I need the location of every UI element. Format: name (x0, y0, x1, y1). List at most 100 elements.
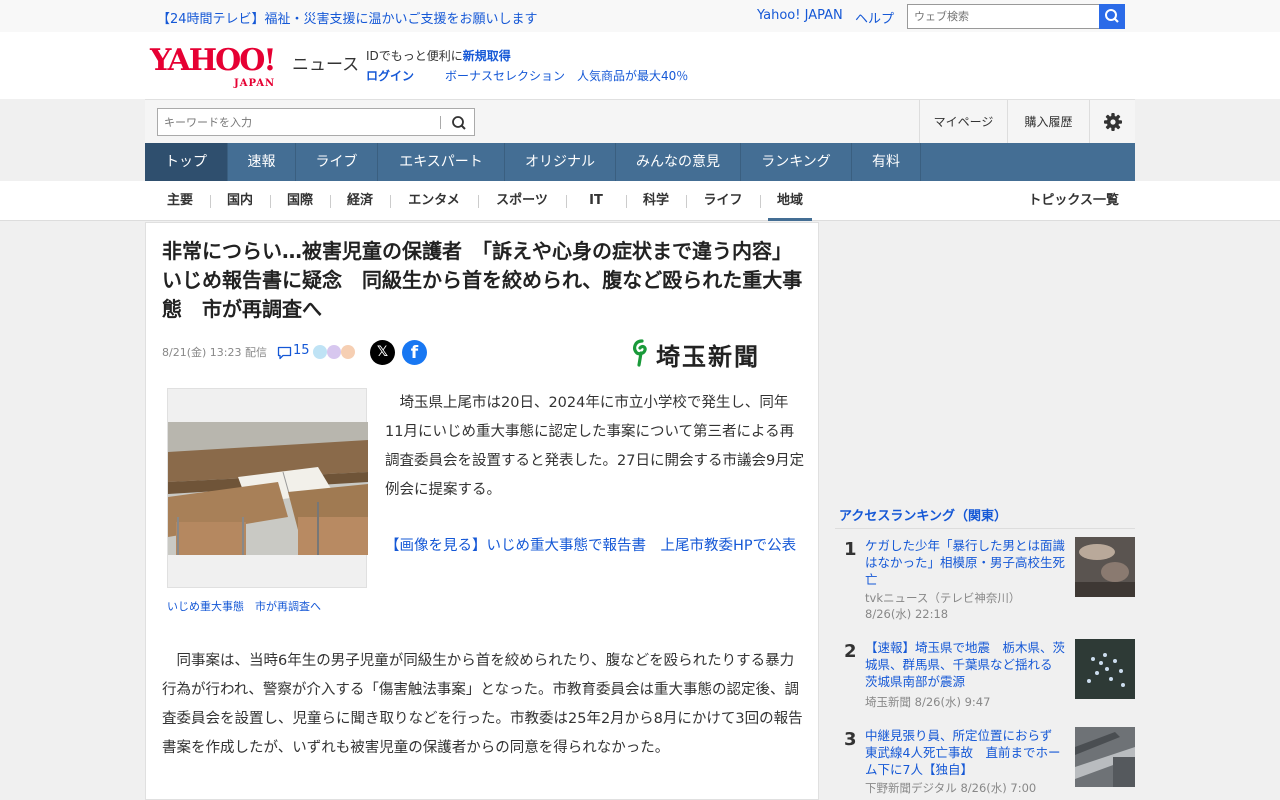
nav-tab-live[interactable]: ライブ (296, 143, 378, 181)
article-lead: 埼玉県上尾市は20日、2024年に市立小学校で発生し、同年11月にいじめ重大事態… (385, 395, 805, 498)
article-date: 8/21(金) 13:23 (162, 346, 242, 359)
category-it[interactable]: IT (578, 181, 614, 221)
nav-tab-breaking[interactable]: 速報 (228, 143, 296, 181)
x-share-icon[interactable]: 𝕏 (370, 340, 395, 365)
nav-tab-paid[interactable]: 有料 (852, 143, 921, 181)
category-sports[interactable]: スポーツ (490, 181, 554, 221)
ranking-number: 1 (844, 539, 857, 560)
ranking-number: 3 (844, 729, 857, 750)
web-search-button[interactable] (1099, 4, 1125, 29)
ranking-source: 下野新聞デジタル 8/26(水) 7:00 (865, 780, 1036, 796)
ranking-thumbnail[interactable] (1075, 727, 1135, 787)
main-nav: トップ 速報 ライブ エキスパート オリジナル みんなの意見 ランキング 有料 (145, 143, 1135, 181)
category-divider (330, 195, 331, 208)
nav-tab-expert[interactable]: エキスパート (378, 143, 505, 181)
article-card: 非常につらい…被害児童の保護者 「訴えや心身の症状まで違う内容」 いじめ報告書に… (145, 222, 819, 800)
ranking-headline[interactable]: ケガした少年「暴行した男とは面識はなかった」相模原・男子高校生死亡 (865, 537, 1065, 588)
search-divider (440, 116, 441, 129)
ranking-source-name: 下野新聞デジタル (865, 781, 957, 795)
ranking-item[interactable]: 2 【速報】埼玉県で地震 栃木県、茨城県、群馬県、千葉県など揺れる 茨城県南部が… (835, 639, 1135, 727)
reaction-icons (313, 345, 355, 359)
ranking-date: 8/26(水) 9:47 (914, 695, 991, 709)
category-life[interactable]: ライフ (698, 181, 748, 221)
id-promo: IDでもっと便利に新規取得 (366, 47, 511, 64)
category-local[interactable]: 地域 (768, 181, 812, 221)
publisher-logo[interactable]: 埼玉新聞 (632, 337, 804, 371)
ranking-headline[interactable]: 【速報】埼玉県で地震 栃木県、茨城県、群馬県、千葉県など揺れる 茨城県南部が震源 (865, 639, 1065, 690)
category-nav: 主要 国内 国際 経済 エンタメ スポーツ IT 科学 ライフ 地域 トピックス… (0, 181, 1280, 221)
category-domestic[interactable]: 国内 (222, 181, 258, 221)
nav-tab-opinions[interactable]: みんなの意見 (616, 143, 741, 181)
search-icon (452, 116, 466, 130)
site-header: YAHOO! JAPAN ニュース IDでもっと便利に新規取得 ログイン ボーナ… (0, 32, 1280, 99)
keyword-search-input[interactable] (158, 109, 438, 135)
top-bar: 【24時間テレビ】福祉・災害支援に温かいご支援をお願いします Yahoo! JA… (0, 0, 1280, 32)
settings-button[interactable] (1089, 100, 1135, 144)
category-divider (478, 195, 479, 208)
article-date-suffix: 配信 (244, 346, 267, 359)
logo-japan-text: JAPAN (234, 78, 276, 89)
web-search-input[interactable] (908, 5, 1099, 28)
category-main[interactable]: 主要 (162, 181, 198, 221)
signup-link[interactable]: 新規取得 (463, 49, 511, 63)
search-icon (1105, 9, 1119, 23)
category-divider (390, 195, 391, 208)
ranking-thumbnail[interactable] (1075, 537, 1135, 597)
comment-count[interactable]: 15 (293, 343, 310, 358)
ranking-item[interactable]: 1 ケガした少年「暴行した男とは面識はなかった」相模原・男子高校生死亡 tvkニ… (835, 537, 1135, 625)
category-international[interactable]: 国際 (282, 181, 318, 221)
ranking-headline[interactable]: 中継見張り員、所定位置におらず 東武線4人死亡事故 直前までホーム下に7人【独自… (865, 727, 1065, 778)
login-link[interactable]: ログイン (366, 67, 414, 84)
news-search-bar: マイページ 購入履歴 (145, 99, 1135, 144)
article-headline: 非常につらい…被害児童の保護者 「訴えや心身の症状まで違う内容」 いじめ報告書に… (162, 239, 803, 321)
category-science[interactable]: 科学 (638, 181, 674, 221)
category-economy[interactable]: 経済 (342, 181, 378, 221)
ranking-source: 埼玉新聞 8/26(水) 9:47 (865, 694, 990, 710)
comment-icon[interactable] (277, 346, 292, 360)
logo-yahoo-text: YAHOO! (150, 43, 277, 78)
mypage-link[interactable]: マイページ (919, 100, 1007, 144)
nav-tab-ranking[interactable]: ランキング (741, 143, 852, 181)
category-divider (626, 195, 627, 208)
nav-tab-original[interactable]: オリジナル (505, 143, 616, 181)
sidebar: アクセスランキング（関東） 1 ケガした少年「暴行した男とは面識はなかった」相模… (835, 222, 1135, 800)
ranking-thumbnail[interactable] (1075, 639, 1135, 699)
photo-caption[interactable]: いじめ重大事態 市が再調査へ (167, 598, 321, 614)
yahoo-japan-link[interactable]: Yahoo! JAPAN (757, 8, 843, 23)
help-link[interactable]: ヘルプ (855, 8, 894, 27)
publisher-mark-icon (633, 339, 647, 367)
ranking-title[interactable]: アクセスランキング（関東） (839, 505, 1007, 524)
gear-icon (1104, 113, 1122, 131)
web-search-box (907, 4, 1100, 29)
ranking-date: 8/26(水) 7:00 (960, 781, 1037, 795)
category-divider (270, 195, 271, 208)
ranking-source-name: 埼玉新聞 (865, 695, 911, 709)
category-divider (760, 195, 761, 208)
classroom-photo (168, 422, 368, 555)
yahoo-news-logo[interactable]: YAHOO! JAPAN (150, 43, 288, 90)
category-entertainment[interactable]: エンタメ (402, 181, 466, 221)
ranking-source: tvkニュース（テレビ神奈川） (865, 591, 1021, 605)
ranking-divider (835, 528, 1135, 529)
ranking-number: 2 (844, 641, 857, 662)
purchase-history-link[interactable]: 購入履歴 (1007, 100, 1089, 144)
article-body: 同事案は、当時6年生の男子児童が同級生から首を絞められたり、腹などを殴られたりす… (162, 653, 803, 756)
publisher-name: 埼玉新聞 (656, 342, 760, 371)
logo-news-text[interactable]: ニュース (292, 50, 359, 75)
category-divider (210, 195, 211, 208)
article-photo[interactable] (167, 388, 368, 588)
topics-all-link[interactable]: トピックス一覧 (1028, 181, 1119, 221)
id-promo-text: IDでもっと便利に (366, 49, 463, 63)
nav-tab-top[interactable]: トップ (145, 143, 228, 181)
bonus-link[interactable]: ボーナスセレクション 人気商品が最大40％ (445, 67, 688, 84)
facebook-share-icon[interactable]: f (402, 340, 427, 365)
category-divider (566, 195, 567, 208)
article-meta: 8/21(金) 13:23 配信 (162, 344, 267, 360)
ranking-item[interactable]: 3 中継見張り員、所定位置におらず 東武線4人死亡事故 直前までホーム下に7人【… (835, 727, 1135, 800)
keyword-search-box (157, 108, 475, 136)
promo-link[interactable]: 【24時間テレビ】福祉・災害支援に温かいご支援をお願いします (157, 8, 538, 27)
image-gallery-link[interactable]: 【画像を見る】いじめ重大事態で報告書 上尾市教委HPで公表 (385, 532, 805, 561)
category-divider (686, 195, 687, 208)
keyword-search-button[interactable] (448, 113, 470, 133)
ranking-date: 8/26(水) 22:18 (865, 607, 949, 621)
